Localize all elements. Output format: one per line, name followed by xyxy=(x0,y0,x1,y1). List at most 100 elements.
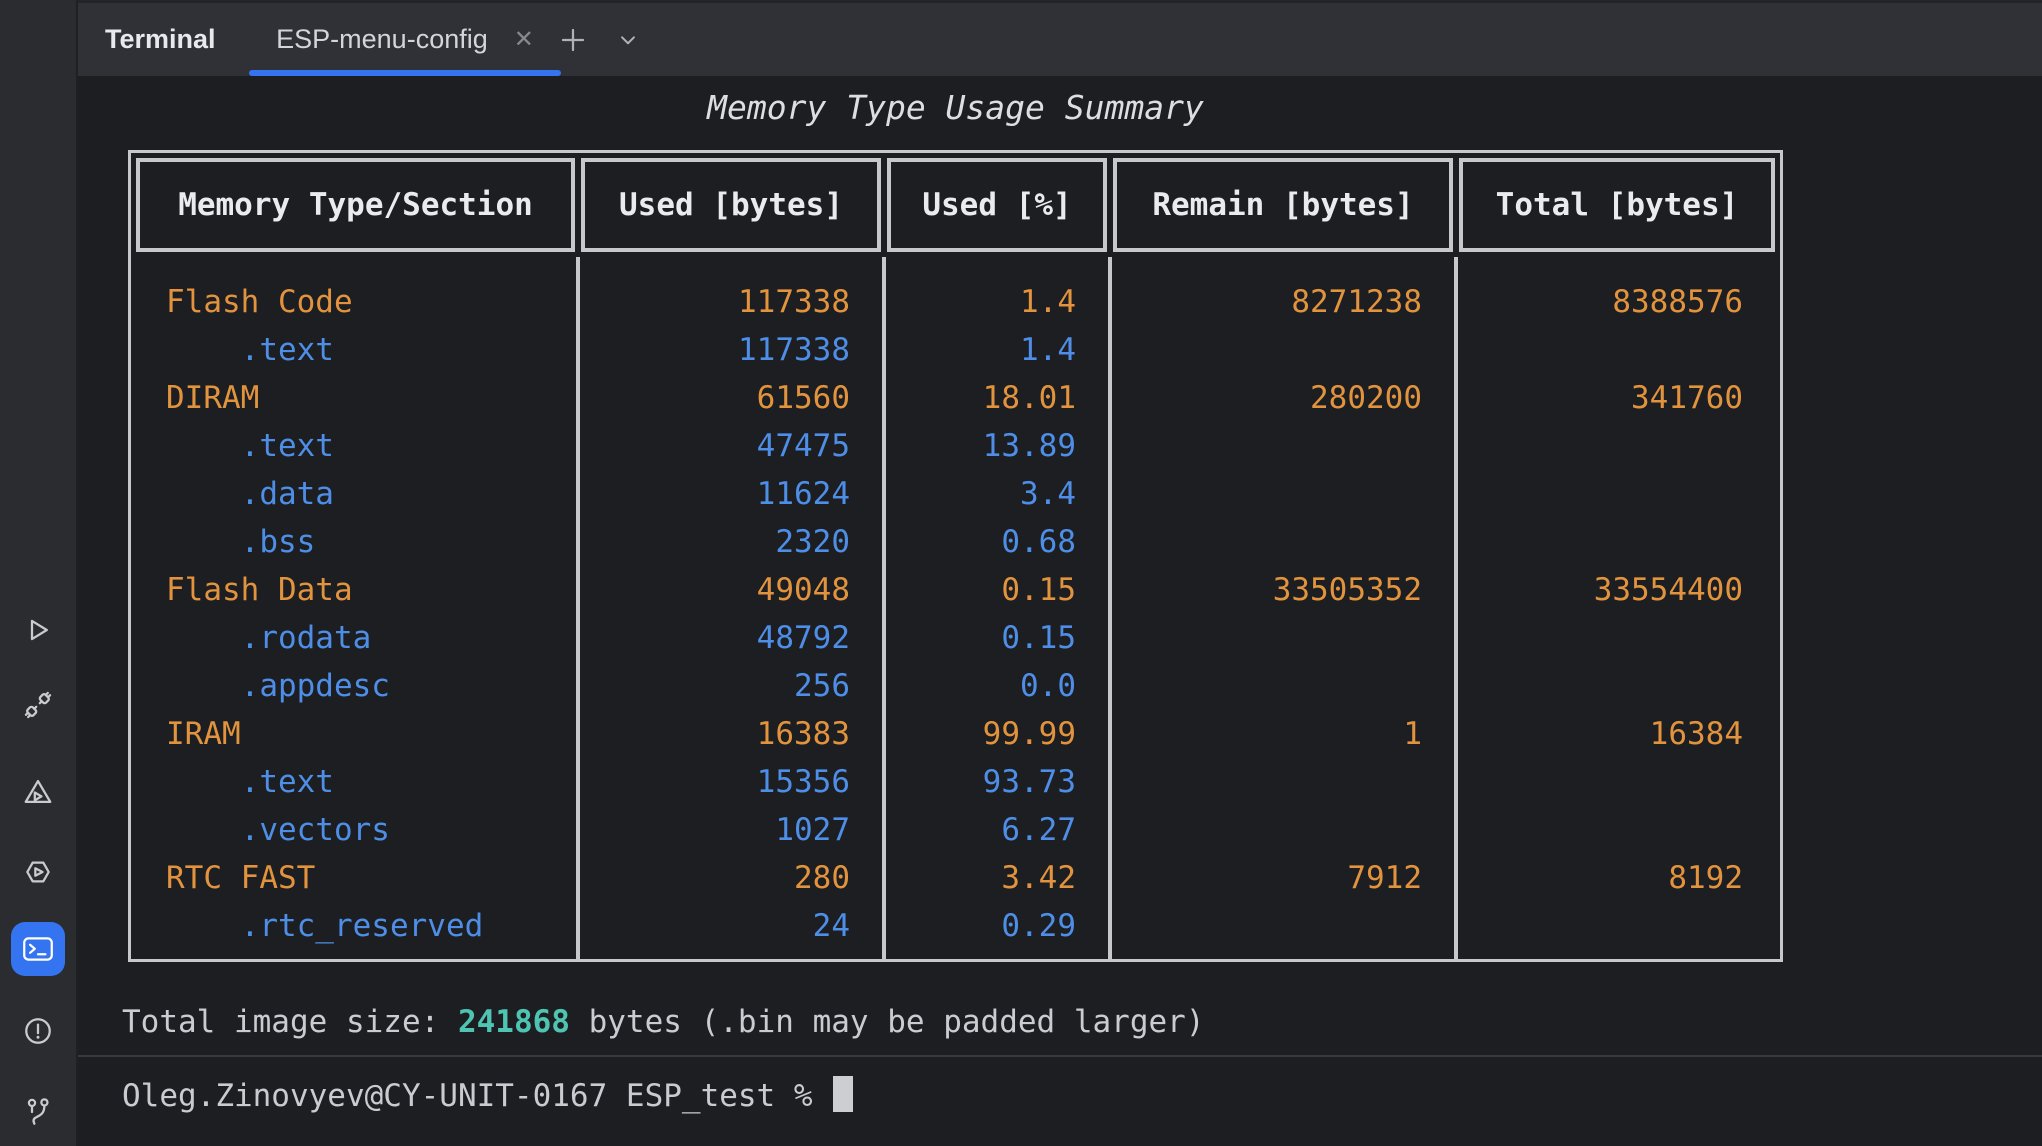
row-value: 1.4 xyxy=(886,278,1108,326)
row-section-name: .text xyxy=(136,422,576,470)
total-size-value: 241868 xyxy=(458,1004,570,1040)
row-value: 47475 xyxy=(580,422,882,470)
row-value xyxy=(1112,422,1454,470)
table-column: 1.41.418.0113.893.40.680.150.150.099.999… xyxy=(886,257,1112,959)
services-icon[interactable] xyxy=(11,845,65,899)
row-value: 3.42 xyxy=(886,854,1108,902)
row-value: 33554400 xyxy=(1458,566,1775,614)
row-value: 280 xyxy=(580,854,882,902)
row-value: 280200 xyxy=(1112,374,1454,422)
row-section-name: .data xyxy=(136,470,576,518)
attach-plug-icon[interactable] xyxy=(11,678,65,732)
table-title: Memory Type Usage Summary xyxy=(128,86,1783,130)
row-value: 15356 xyxy=(580,758,882,806)
total-size-prefix: Total image size: xyxy=(122,1004,458,1040)
column-header: Used [bytes] xyxy=(581,158,881,252)
terminal-output: Memory Type Usage Summary Memory Type/Se… xyxy=(78,76,2042,1146)
row-value: 0.15 xyxy=(886,614,1108,662)
row-value xyxy=(1458,758,1775,806)
total-image-size-line: Total image size: 241868 bytes (.bin may… xyxy=(122,998,1205,1046)
chevron-down-icon[interactable] xyxy=(601,3,655,76)
row-section-name: .vectors xyxy=(136,806,576,854)
row-value: 3.4 xyxy=(886,470,1108,518)
row-value xyxy=(1112,902,1454,950)
row-value xyxy=(1458,470,1775,518)
row-value: 49048 xyxy=(580,566,882,614)
ide-terminal-window: Terminal ESP-menu-config ✕ Memory Type U… xyxy=(0,0,2042,1146)
shell-prompt-text: Oleg.Zinovyev@CY-UNIT-0167 ESP_test % xyxy=(122,1078,831,1114)
tab-label: ESP-menu-config xyxy=(276,24,488,55)
shell-prompt-line[interactable]: Oleg.Zinovyev@CY-UNIT-0167 ESP_test % xyxy=(122,1072,853,1120)
row-value: 13.89 xyxy=(886,422,1108,470)
row-value xyxy=(1458,422,1775,470)
row-value: 11624 xyxy=(580,470,882,518)
row-section-name: .rodata xyxy=(136,614,576,662)
row-value: 256 xyxy=(580,662,882,710)
row-value: 61560 xyxy=(580,374,882,422)
row-value xyxy=(1458,806,1775,854)
row-value: 24 xyxy=(580,902,882,950)
row-value: 8388576 xyxy=(1458,278,1775,326)
row-value: 117338 xyxy=(580,278,882,326)
row-section-name: .text xyxy=(136,758,576,806)
tab-esp-menu-config[interactable]: ESP-menu-config ✕ xyxy=(249,3,561,76)
row-value: 8192 xyxy=(1458,854,1775,902)
row-value: 0.29 xyxy=(886,902,1108,950)
table-header-row: Memory Type/SectionUsed [bytes]Used [%]R… xyxy=(136,158,1775,252)
row-value: 1.4 xyxy=(886,326,1108,374)
row-value: 1 xyxy=(1112,710,1454,758)
table-column: 82712382802003350535217912 xyxy=(1112,257,1458,959)
new-tab-plus-icon[interactable] xyxy=(546,3,600,76)
row-value xyxy=(1112,470,1454,518)
row-value: 7912 xyxy=(1112,854,1454,902)
row-value: 1027 xyxy=(580,806,882,854)
table-column: 1173381173386156047475116242320490484879… xyxy=(580,257,886,959)
profiler-triangle-icon[interactable] xyxy=(11,765,65,819)
table-column: Flash Code .textDIRAM .text .data .bssFl… xyxy=(136,257,580,959)
row-section-name: .bss xyxy=(136,518,576,566)
table-body: Flash Code .textDIRAM .text .data .bssFl… xyxy=(136,257,1775,959)
row-value xyxy=(1458,662,1775,710)
row-value xyxy=(1458,902,1775,950)
run-icon[interactable] xyxy=(11,603,65,657)
close-icon[interactable]: ✕ xyxy=(514,28,534,52)
git-branch-icon[interactable] xyxy=(11,1085,65,1139)
row-section-name: IRAM xyxy=(136,710,576,758)
row-value: 0.0 xyxy=(886,662,1108,710)
column-header: Total [bytes] xyxy=(1459,158,1775,252)
row-value: 341760 xyxy=(1458,374,1775,422)
problems-icon[interactable] xyxy=(11,1004,65,1058)
row-value: 33505352 xyxy=(1112,566,1454,614)
row-value: 16384 xyxy=(1458,710,1775,758)
row-value xyxy=(1112,662,1454,710)
terminal-tabbar: Terminal ESP-menu-config ✕ xyxy=(78,0,2042,76)
row-value: 48792 xyxy=(580,614,882,662)
row-section-name: .text xyxy=(136,326,576,374)
row-value xyxy=(1458,614,1775,662)
row-value xyxy=(1112,806,1454,854)
row-section-name: .rtc_reserved xyxy=(136,902,576,950)
row-value: 0.68 xyxy=(886,518,1108,566)
row-value: 93.73 xyxy=(886,758,1108,806)
row-value: 18.01 xyxy=(886,374,1108,422)
terminal-cursor xyxy=(833,1076,853,1112)
terminal-icon[interactable] xyxy=(11,922,65,976)
terminal-divider xyxy=(78,1055,2042,1057)
row-value: 16383 xyxy=(580,710,882,758)
table-column: 8388576 341760 33554400 16384 8192 xyxy=(1458,257,1775,959)
row-value: 6.27 xyxy=(886,806,1108,854)
row-section-name: Flash Data xyxy=(136,566,576,614)
total-size-suffix: bytes (.bin may be padded larger) xyxy=(570,1004,1205,1040)
row-section-name: DIRAM xyxy=(136,374,576,422)
row-value: 117338 xyxy=(580,326,882,374)
column-header: Used [%] xyxy=(887,158,1107,252)
row-value: 99.99 xyxy=(886,710,1108,758)
row-value: 0.15 xyxy=(886,566,1108,614)
tool-window-title: Terminal xyxy=(105,3,216,76)
row-value xyxy=(1458,518,1775,566)
column-header: Memory Type/Section xyxy=(136,158,575,252)
row-value xyxy=(1112,758,1454,806)
row-value xyxy=(1112,614,1454,662)
row-value xyxy=(1112,326,1454,374)
tool-window-sidebar xyxy=(0,0,78,1146)
